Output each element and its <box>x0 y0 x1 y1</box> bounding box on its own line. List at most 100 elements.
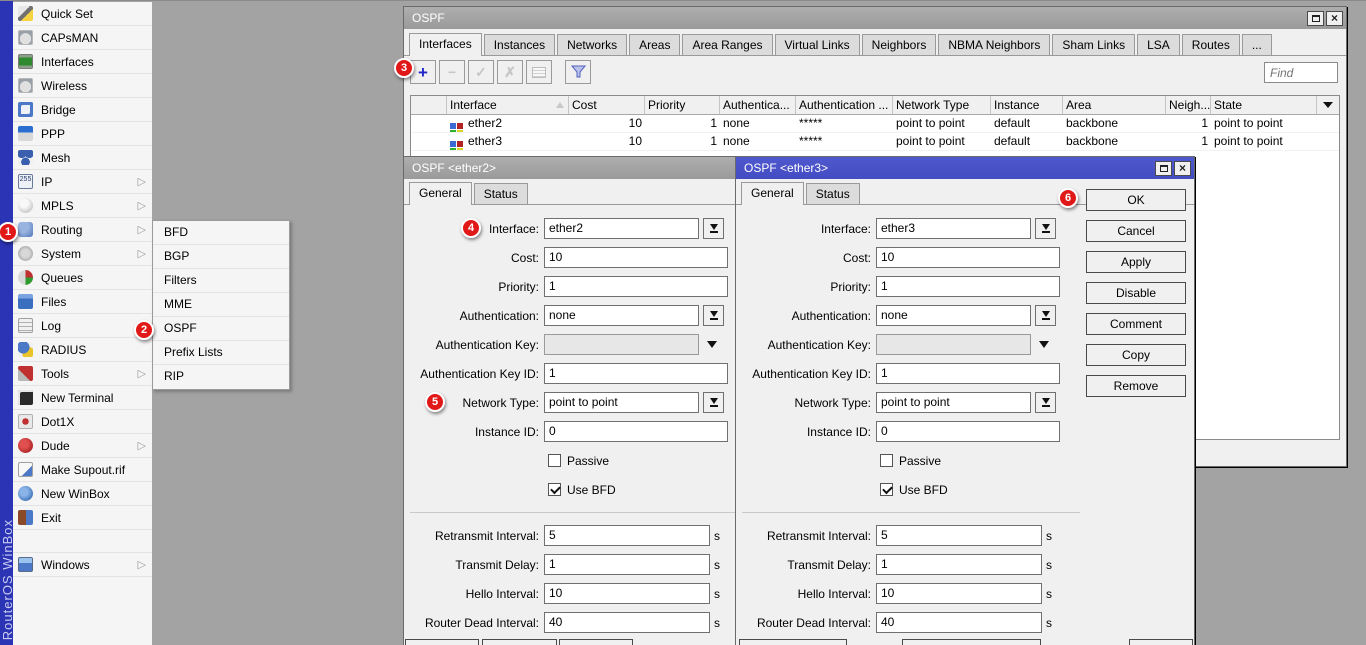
column-header-authentica[interactable]: Authentica... <box>720 96 796 114</box>
find-input[interactable] <box>1264 62 1338 83</box>
column-header-neigh[interactable]: Neigh... <box>1166 96 1211 114</box>
transmit-delay-input[interactable]: 1 <box>876 554 1042 575</box>
ospf-window-titlebar[interactable]: OSPF × <box>404 7 1346 29</box>
sidebar-item-new-terminal[interactable]: New Terminal <box>13 386 152 410</box>
cost-input[interactable]: 10 <box>876 247 1060 268</box>
authentication-input[interactable]: none <box>876 305 1031 326</box>
dropdown-button[interactable] <box>1035 218 1056 239</box>
sidebar-item-radius[interactable]: RADIUS <box>13 338 152 362</box>
ether3-tab-general[interactable]: General <box>741 182 804 205</box>
tab-[interactable]: ... <box>1242 34 1272 56</box>
column-chooser-button[interactable] <box>1317 96 1339 114</box>
passive-checkbox[interactable] <box>880 454 893 467</box>
transmit-delay-input[interactable]: 1 <box>544 554 710 575</box>
retransmit-interval-input[interactable]: 5 <box>876 525 1042 546</box>
remove-button[interactable]: Remove <box>1086 375 1186 397</box>
filter-button[interactable] <box>565 60 591 84</box>
ether3-dialog-titlebar[interactable]: OSPF <ether3> × <box>736 157 1194 179</box>
sidebar-item-mpls[interactable]: MPLS▷ <box>13 194 152 218</box>
ether2-tab-status[interactable]: Status <box>474 183 528 205</box>
sidebar-item-dude[interactable]: Dude▷ <box>13 434 152 458</box>
add-button[interactable]: + <box>410 60 436 84</box>
maximize-button[interactable] <box>1155 161 1172 176</box>
tab-lsa[interactable]: LSA <box>1137 34 1180 56</box>
maximize-button[interactable] <box>1307 11 1324 26</box>
sidebar-item-system[interactable]: System▷ <box>13 242 152 266</box>
sidebar-item-tools[interactable]: Tools▷ <box>13 362 152 386</box>
partial-button[interactable] <box>1129 639 1193 645</box>
dropdown-button[interactable] <box>703 392 724 413</box>
use-bfd-checkbox[interactable] <box>548 483 561 496</box>
sidebar-item-windows[interactable]: Windows▷ <box>13 553 152 577</box>
column-header-area[interactable]: Area <box>1063 96 1166 114</box>
column-header-instance[interactable]: Instance <box>991 96 1063 114</box>
cancel-button[interactable]: Cancel <box>1086 220 1186 242</box>
sidebar-item-capsman[interactable]: CAPsMAN <box>13 26 152 50</box>
sidebar-item-quick-set[interactable]: Quick Set <box>13 2 152 26</box>
submenu-item-prefix-lists[interactable]: Prefix Lists <box>153 341 289 365</box>
tab-interfaces[interactable]: Interfaces <box>409 33 482 56</box>
cost-input[interactable]: 10 <box>544 247 728 268</box>
comment-button[interactable] <box>526 60 552 84</box>
tab-areas[interactable]: Areas <box>629 34 680 56</box>
interface-input[interactable]: ether3 <box>876 218 1031 239</box>
sidebar-item-exit[interactable]: Exit <box>13 506 152 530</box>
copy-button[interactable]: Copy <box>1086 344 1186 366</box>
sidebar-item-make-supout-rif[interactable]: Make Supout.rif <box>13 458 152 482</box>
hello-interval-input[interactable]: 10 <box>876 583 1042 604</box>
tab-virtual-links[interactable]: Virtual Links <box>775 34 860 56</box>
router-dead-interval-input[interactable]: 40 <box>876 612 1042 633</box>
sidebar-item-log[interactable]: Log <box>13 314 152 338</box>
submenu-item-ospf[interactable]: OSPF <box>153 317 289 341</box>
use-bfd-checkbox[interactable] <box>880 483 893 496</box>
partial-button[interactable] <box>902 639 1041 645</box>
network-type-input[interactable]: point to point <box>876 392 1031 413</box>
authentication-input[interactable]: none <box>544 305 699 326</box>
submenu-item-mme[interactable]: MME <box>153 293 289 317</box>
dropdown-button[interactable] <box>703 218 724 239</box>
sidebar-item-files[interactable]: Files <box>13 290 152 314</box>
interface-input[interactable]: ether2 <box>544 218 699 239</box>
instance-id-input[interactable]: 0 <box>876 421 1060 442</box>
close-icon[interactable]: × <box>1174 161 1191 176</box>
sidebar-item-queues[interactable]: Queues <box>13 266 152 290</box>
sidebar-item-mesh[interactable]: Mesh <box>13 146 152 170</box>
sidebar-item-routing[interactable]: Routing▷ <box>13 218 152 242</box>
tab-nbma-neighbors[interactable]: NBMA Neighbors <box>938 34 1050 56</box>
ether2-tab-general[interactable]: General <box>409 182 472 205</box>
tab-instances[interactable]: Instances <box>484 34 555 56</box>
table-row[interactable]: ether3101none*****point to pointdefaultb… <box>411 133 1339 151</box>
priority-input[interactable]: 1 <box>544 276 728 297</box>
passive-checkbox[interactable] <box>548 454 561 467</box>
submenu-item-rip[interactable]: RIP <box>153 365 289 389</box>
column-header-priority[interactable]: Priority <box>645 96 720 114</box>
authentication-key-id-input[interactable]: 1 <box>544 363 728 384</box>
chevron-down-icon[interactable] <box>707 341 717 348</box>
sidebar-item-dot1x[interactable]: Dot1X <box>13 410 152 434</box>
partial-button[interactable] <box>482 639 557 645</box>
router-dead-interval-input[interactable]: 40 <box>544 612 710 633</box>
ok-button[interactable]: OK <box>1086 189 1186 211</box>
column-header-network-type[interactable]: Network Type <box>893 96 991 114</box>
column-header-select[interactable] <box>411 96 447 114</box>
submenu-item-bfd[interactable]: BFD <box>153 221 289 245</box>
authentication-key-id-input[interactable]: 1 <box>876 363 1060 384</box>
sidebar-item-bridge[interactable]: Bridge <box>13 98 152 122</box>
remove-button[interactable]: − <box>439 60 465 84</box>
submenu-item-bgp[interactable]: BGP <box>153 245 289 269</box>
instance-id-input[interactable]: 0 <box>544 421 728 442</box>
table-row[interactable]: ether2101none*****point to pointdefaultb… <box>411 115 1339 133</box>
chevron-down-icon[interactable] <box>1039 341 1049 348</box>
sidebar-item-wireless[interactable]: Wireless <box>13 74 152 98</box>
retransmit-interval-input[interactable]: 5 <box>544 525 710 546</box>
apply-button[interactable]: Apply <box>1086 251 1186 273</box>
dropdown-button[interactable] <box>1035 392 1056 413</box>
partial-button[interactable] <box>739 639 847 645</box>
disable-button[interactable]: ✗ <box>497 60 523 84</box>
enable-button[interactable]: ✓ <box>468 60 494 84</box>
dropdown-button[interactable] <box>1035 305 1056 326</box>
priority-input[interactable]: 1 <box>876 276 1060 297</box>
tab-networks[interactable]: Networks <box>557 34 627 56</box>
sidebar-item-ppp[interactable]: PPP <box>13 122 152 146</box>
tab-neighbors[interactable]: Neighbors <box>862 34 937 56</box>
